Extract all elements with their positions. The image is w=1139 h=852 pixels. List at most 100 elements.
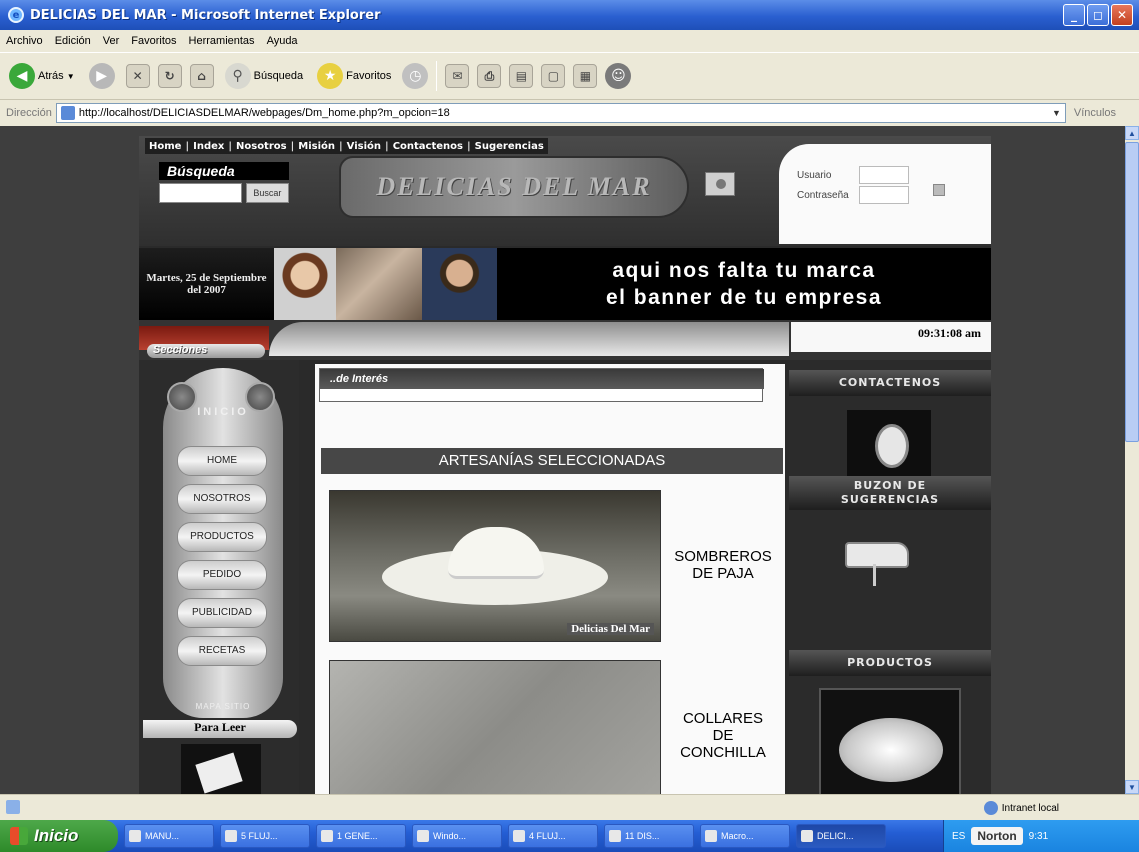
site-header: Home | Index | Nosotros | Misión | Visión | C…: [139, 136, 991, 246]
artesanias-heading: ARTESANÍAS SELECCIONADAS: [321, 448, 783, 474]
menu-ayuda[interactable]: Ayuda: [267, 35, 298, 47]
banner-line-1: aqui nos falta tu marca: [612, 259, 876, 282]
norton-icon[interactable]: Norton: [971, 827, 1023, 845]
site-container: Home | Index | Nosotros | Misión | Visión | C…: [139, 136, 991, 794]
product-label-collares[interactable]: COLLARES DE CONCHILLA: [661, 710, 785, 761]
user-input[interactable]: [859, 166, 909, 184]
contact-icon[interactable]: [847, 410, 931, 476]
task-button-8[interactable]: DELICI...: [796, 824, 886, 848]
site-search: Búsqueda Buscar: [159, 162, 289, 203]
nav-home-button[interactable]: HOME: [177, 446, 267, 476]
print-icon[interactable]: ⎙: [477, 64, 502, 88]
topnav-home[interactable]: Home: [149, 141, 181, 152]
media-icon: [417, 830, 429, 842]
password-input[interactable]: [859, 186, 909, 204]
menu-edicion[interactable]: Edición: [55, 35, 91, 47]
menu-herramientas[interactable]: Herramientas: [189, 35, 255, 47]
discuss-icon[interactable]: ▢: [541, 64, 566, 88]
scroll-down-icon[interactable]: ▼: [1125, 780, 1139, 794]
task-button-5[interactable]: 4 FLUJ...: [508, 824, 598, 848]
messenger-icon[interactable]: ☺: [605, 63, 632, 89]
history-icon[interactable]: ◷: [402, 63, 429, 89]
contactenos-heading: CONTACTENOS: [789, 370, 991, 396]
zone-label: Intranet local: [1001, 802, 1059, 814]
links-label[interactable]: Vínculos: [1074, 107, 1116, 119]
research-icon[interactable]: ▦: [573, 64, 598, 88]
page-viewport: Home | Index | Nosotros | Misión | Visión | C…: [0, 126, 1125, 794]
refresh-icon[interactable]: ↻: [157, 64, 182, 88]
start-button[interactable]: Inicio: [0, 820, 118, 852]
minimize-button[interactable]: _: [1063, 4, 1085, 26]
close-button[interactable]: ✕: [1111, 4, 1133, 26]
address-input[interactable]: http://localhost/DELICIASDELMAR/webpages…: [55, 103, 1066, 123]
task-button-3[interactable]: 1 GENE...: [316, 824, 406, 848]
task-button-4[interactable]: Windo...: [412, 824, 502, 848]
scroll-up-icon[interactable]: ▲: [1125, 126, 1139, 140]
mailbox-icon[interactable]: [839, 526, 923, 588]
task-button-7[interactable]: Macro...: [700, 824, 790, 848]
edit-icon[interactable]: ▤: [509, 64, 534, 88]
word-icon: [609, 830, 621, 842]
back-arrow-icon: ◀: [9, 63, 35, 89]
sitemap-link[interactable]: MAPA SITIO: [163, 702, 283, 711]
word-icon: [321, 830, 333, 842]
user-label: Usuario: [797, 169, 832, 181]
image-watermark: Delicias Del Mar: [567, 623, 654, 635]
site-search-button[interactable]: Buscar: [245, 183, 289, 203]
interes-title: ..de Interés: [320, 369, 764, 389]
product-label-sombreros[interactable]: SOMBREROS DE PAJA: [661, 548, 785, 582]
shell-necklace-image[interactable]: [329, 660, 661, 794]
word-icon: [225, 830, 237, 842]
standard-toolbar: ◀ Atrás ▼ ▶ ✕ ↻ ⌂ ⚲ Búsqueda ★ Favoritos…: [0, 52, 1139, 100]
nav-recetas-button[interactable]: RECETAS: [177, 636, 267, 666]
toolbar-separator: [436, 61, 438, 91]
topnav-contactenos[interactable]: Contactenos: [393, 141, 463, 152]
straw-hat-image[interactable]: Delicias Del Mar: [329, 490, 661, 642]
windows-logo-icon: [10, 827, 28, 845]
address-bar: Dirección http://localhost/DELICIASDELMA…: [0, 100, 1139, 126]
site-search-input[interactable]: [159, 183, 242, 203]
flag-icon: [705, 172, 735, 196]
topnav-mision[interactable]: Misión: [298, 141, 335, 152]
language-indicator[interactable]: ES: [952, 831, 965, 842]
task-button-2[interactable]: 5 FLUJ...: [220, 824, 310, 848]
favorites-button[interactable]: ★ Favoritos: [314, 58, 394, 94]
nav-pedido-button[interactable]: PEDIDO: [177, 560, 267, 590]
topnav-sugerencias[interactable]: Sugerencias: [475, 141, 544, 152]
menu-favoritos[interactable]: Favoritos: [131, 35, 176, 47]
scroll-thumb[interactable]: [1125, 142, 1139, 442]
back-button[interactable]: ◀ Atrás ▼: [6, 58, 78, 94]
taskbar: Inicio MANU... 5 FLUJ... 1 GENE... Windo…: [0, 820, 1139, 852]
current-date: Martes, 25 de Septiembre del 2007: [139, 248, 274, 320]
clock-tray[interactable]: 9:31: [1029, 831, 1048, 842]
search-button[interactable]: ⚲ Búsqueda: [222, 58, 307, 94]
task-button-1[interactable]: MANU...: [124, 824, 214, 848]
intranet-icon: [983, 801, 998, 815]
nav-productos-button[interactable]: PRODUCTOS: [177, 522, 267, 552]
nav-publicidad-button[interactable]: PUBLICIDAD: [177, 598, 267, 628]
menu-archivo[interactable]: Archivo: [6, 35, 43, 47]
menu-ver[interactable]: Ver: [103, 35, 120, 47]
vertical-scrollbar[interactable]: ▲ ▼: [1125, 126, 1139, 794]
login-submit-icon[interactable]: [933, 184, 945, 196]
inicio-label[interactable]: INICIO: [163, 406, 283, 418]
product-thumbnail[interactable]: [819, 688, 961, 794]
topnav-vision[interactable]: Visión: [347, 141, 381, 152]
banner-line-2: el banner de tu empresa: [605, 286, 883, 309]
favorites-label: Favoritos: [346, 70, 392, 82]
topnav-index[interactable]: Index: [193, 141, 224, 152]
stop-icon[interactable]: ✕: [125, 64, 150, 88]
address-dropdown-icon[interactable]: ▼: [1052, 108, 1061, 118]
task-button-6[interactable]: 11 DIS...: [604, 824, 694, 848]
topnav-nosotros[interactable]: Nosotros: [236, 141, 287, 152]
mail-icon[interactable]: ✉: [445, 64, 470, 88]
system-tray: ES Norton 9:31: [943, 820, 1139, 852]
maximize-button[interactable]: ◻: [1087, 4, 1109, 26]
man-photo: [422, 248, 497, 320]
ad-banner[interactable]: aqui nos falta tu marca el banner de tu …: [497, 248, 991, 320]
forward-button[interactable]: ▶: [86, 58, 118, 94]
home-icon[interactable]: ⌂: [189, 64, 214, 88]
book-image[interactable]: [181, 744, 261, 794]
macromedia-icon: [705, 830, 717, 842]
nav-nosotros-button[interactable]: NOSOTROS: [177, 484, 267, 514]
